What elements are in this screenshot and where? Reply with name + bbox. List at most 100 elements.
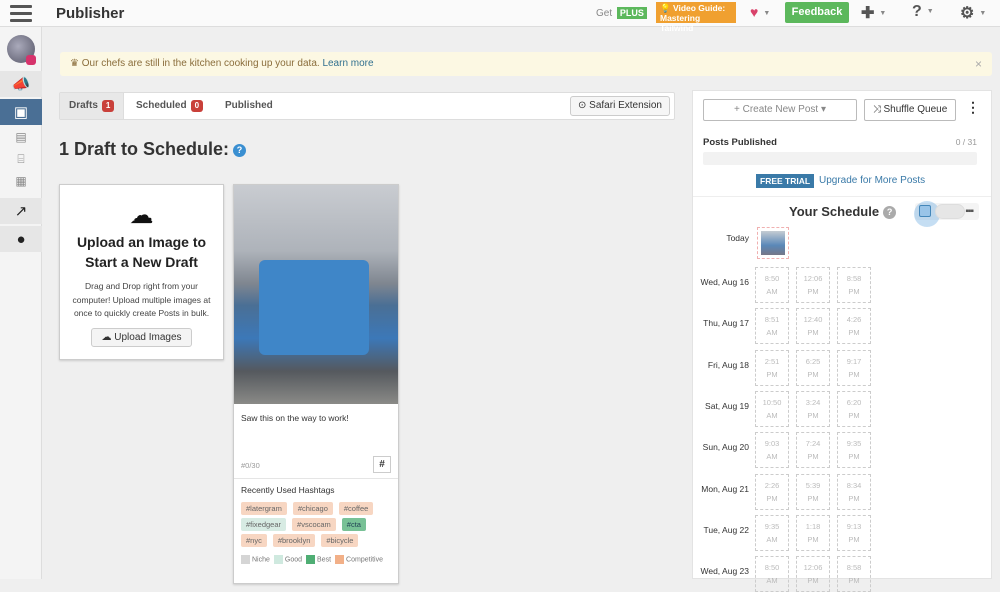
tab-drafts[interactable]: Drafts 1: [60, 93, 125, 119]
time-slot[interactable]: 8:58 PM: [837, 267, 871, 303]
help-icon[interactable]: ?: [233, 143, 247, 157]
safari-label: Safari Extension: [589, 100, 662, 111]
time-slot[interactable]: 2:51 PM: [755, 349, 789, 386]
video-guide-button[interactable]: 💡 Video Guide: Mastering Tailwind: [656, 2, 736, 33]
slot-ampm: PM: [848, 534, 860, 544]
create-new-post-button[interactable]: + Create New Post ▾: [703, 99, 857, 121]
close-icon[interactable]: ×: [975, 52, 982, 76]
grid-icon[interactable]: ▪▪▪: [965, 206, 974, 217]
slot-time: 5:39: [805, 480, 821, 490]
time-slot[interactable]: 9:13 PM: [837, 514, 871, 551]
help-icon[interactable]: ? ▼: [912, 3, 934, 21]
slot-time: 10:50: [762, 397, 782, 407]
get-plus-link[interactable]: Get PLUS: [596, 7, 647, 19]
calendar-icon[interactable]: [914, 201, 940, 227]
trending-icon[interactable]: ↗: [0, 198, 42, 224]
time-slot[interactable]: 4:26 PM: [837, 308, 871, 345]
hashtag-chip[interactable]: #nyc: [241, 534, 267, 547]
slot-time: 2:26: [764, 480, 780, 490]
calendar-icon[interactable]: ▦: [0, 168, 42, 194]
time-slot[interactable]: 9:03 AM: [755, 432, 789, 469]
slot-time: 9:35: [846, 439, 862, 449]
time-slot[interactable]: 6:20 PM: [837, 390, 871, 427]
time-slot[interactable]: 8:51 AM: [755, 308, 789, 345]
time-slot[interactable]: 9:35 PM: [837, 432, 871, 469]
page-title: Publisher: [56, 5, 125, 22]
hashtag-chip[interactable]: #latergram: [241, 502, 287, 515]
safari-extension-button[interactable]: ⊙ Safari Extension: [570, 96, 670, 116]
slot-time: 6:25: [805, 356, 821, 366]
today-post-thumbnail[interactable]: [757, 227, 789, 259]
drafts-icon[interactable]: ▣: [0, 99, 42, 125]
time-slot[interactable]: 12:06 PM: [796, 556, 830, 592]
more-options-icon[interactable]: ⋮: [966, 99, 980, 116]
time-slot[interactable]: 12:06 PM: [796, 267, 830, 303]
hashtag-chip[interactable]: #cta: [341, 518, 366, 531]
view-toggle[interactable]: ▪▪▪: [914, 201, 979, 227]
alert-banner: ♛ Our chefs are still in the kitchen coo…: [60, 52, 992, 76]
time-slot[interactable]: 8:50 AM: [755, 556, 789, 592]
slot-ampm: PM: [848, 328, 860, 338]
time-slot[interactable]: 9:35 AM: [755, 514, 789, 551]
posts-published-label: Posts Published: [703, 137, 777, 148]
globe-icon[interactable]: ●: [0, 226, 42, 252]
upload-label: Upload Images: [114, 331, 182, 343]
upload-card[interactable]: ☁ Upload an Image to Start a New Draft D…: [59, 184, 224, 360]
menu-icon[interactable]: [10, 5, 32, 22]
upgrade-link[interactable]: Upgrade for More Posts: [819, 175, 925, 186]
legend-swatch: [273, 555, 283, 564]
legend-label: Competitive: [346, 556, 384, 564]
hashtag-chip[interactable]: #vscocam: [292, 518, 336, 531]
slot-time: 12:40: [803, 315, 823, 325]
slot-time: 3:24: [805, 397, 821, 407]
time-slot[interactable]: 8:50 AM: [755, 267, 789, 303]
learn-more-link[interactable]: Learn more: [322, 58, 373, 69]
time-slot[interactable]: 3:24 PM: [796, 390, 830, 427]
legend-label: Niche: [252, 556, 270, 564]
schedule-panel: + Create New Post ▾ ⤨ Shuffle Queue ⋮ Po…: [692, 90, 992, 592]
top-bar: Publisher Get PLUS 💡 Video Guide: Master…: [0, 0, 1000, 33]
toggle-switch[interactable]: [935, 204, 965, 219]
feedback-button[interactable]: Feedback: [785, 2, 849, 23]
tab-label: Drafts: [69, 100, 98, 111]
slot-time: 8:58: [846, 274, 862, 283]
upload-images-button[interactable]: ☁ Upload Images: [91, 327, 192, 347]
hashtag-chip[interactable]: #brooklyn: [272, 534, 316, 547]
alert-text: Our chefs are still in the kitchen cooki…: [81, 58, 320, 69]
caption-input[interactable]: Saw this on the way to work!: [234, 404, 398, 454]
slot-ampm: PM: [807, 410, 819, 420]
time-slot[interactable]: 7:24 PM: [796, 432, 830, 469]
time-slot[interactable]: 8:34 PM: [837, 473, 871, 510]
hashtag-button[interactable]: #: [373, 456, 391, 473]
add-icon[interactable]: ✚ ▼: [861, 3, 886, 23]
day-label: Wed, Aug 16: [700, 277, 749, 287]
time-slot[interactable]: 12:40 PM: [796, 308, 830, 345]
count-badge: 0: [190, 100, 204, 112]
slot-ampm: PM: [766, 493, 778, 503]
megaphone-icon[interactable]: 📣: [0, 71, 42, 97]
legend-label: Best: [317, 556, 332, 564]
time-slot[interactable]: 10:50 AM: [755, 390, 789, 427]
hashtag-chip[interactable]: #chicago: [292, 502, 333, 515]
heart-icon[interactable]: ♥ ▼: [750, 4, 770, 20]
shuffle-queue-button[interactable]: ⤨ Shuffle Queue: [864, 99, 956, 121]
time-slot[interactable]: 5:39 PM: [796, 473, 830, 510]
help-icon[interactable]: ?: [883, 206, 897, 220]
time-slot[interactable]: 2:26 PM: [755, 473, 789, 510]
hashtag-chip[interactable]: #coffee: [338, 502, 374, 515]
gear-icon[interactable]: ⚙ ▼: [960, 3, 986, 23]
hashtag-chip[interactable]: #fixedgear: [241, 518, 287, 531]
day-label: Sun, Aug 20: [702, 442, 749, 453]
upload-description: Drag and Drop right from your computer! …: [72, 281, 211, 318]
hashtag-chip[interactable]: #bicycle: [321, 534, 359, 547]
time-slot[interactable]: 8:58 PM: [837, 556, 871, 592]
slot-ampm: AM: [766, 410, 778, 420]
heading-text: 1 Draft to Schedule:: [59, 139, 230, 159]
time-slot[interactable]: 9:17 PM: [837, 349, 871, 386]
post-image[interactable]: [234, 185, 398, 404]
tab-published[interactable]: Published: [216, 93, 282, 119]
time-slot[interactable]: 6:25 PM: [796, 349, 830, 386]
time-slot[interactable]: 1:18 PM: [796, 514, 830, 551]
tab-scheduled[interactable]: Scheduled 0: [127, 93, 212, 119]
slot-ampm: PM: [807, 493, 819, 503]
